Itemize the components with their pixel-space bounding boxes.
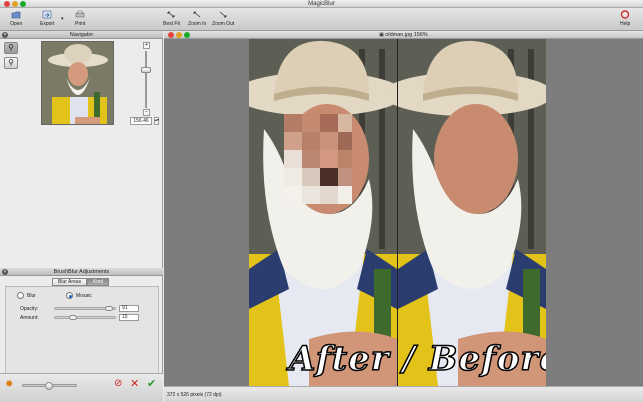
- left-sidebar: × Navigator ⚲ ⚲ + − 156.46 ▴▾ × BrushBlu…: [0, 31, 163, 402]
- mosaic-radio-label: Mosaic: [76, 292, 92, 299]
- brush-bottom-bar: ✹ ⊘ ✕ ✔: [0, 373, 163, 402]
- adjustments-title: BrushBlur Adjustments: [53, 269, 110, 275]
- zoom-in-label: Zoom In: [188, 21, 207, 27]
- app-window: MagicBlur Open Export ▾ Print Best Fit Z…: [0, 0, 643, 402]
- brush-size-knob[interactable]: [45, 382, 53, 390]
- zoom-out-icon: [219, 11, 227, 18]
- mode-mosaic-option[interactable]: Mosaic: [66, 292, 92, 299]
- zoom-value-field[interactable]: 156.46: [130, 117, 152, 125]
- apply-icon[interactable]: ✔: [147, 377, 156, 390]
- document-area: ▣ oldman.jpg 156% After / Before 372 x 5…: [164, 31, 643, 402]
- export-button[interactable]: Export: [40, 10, 54, 27]
- open-label: Open: [10, 21, 23, 27]
- opacity-label: Opacity:: [20, 305, 39, 312]
- zoom-minus-button[interactable]: −: [143, 109, 150, 116]
- minus-icon: −: [145, 109, 148, 115]
- document-title: oldman.jpg 156%: [385, 32, 428, 38]
- close-window-button[interactable]: [4, 1, 10, 7]
- opacity-slider-knob[interactable]: [105, 306, 113, 311]
- print-button[interactable]: Print: [75, 10, 85, 27]
- brush-size-slider[interactable]: [22, 382, 77, 390]
- best-fit-button[interactable]: Best Fit: [163, 10, 180, 27]
- brush-tool-button[interactable]: ⚲: [4, 42, 18, 54]
- zoom-in-button[interactable]: Zoom In: [188, 10, 206, 27]
- navigator-title: Navigator: [69, 32, 94, 38]
- mosaic-block: [284, 114, 352, 204]
- tab-blur-areas[interactable]: Blur Areas: [52, 278, 88, 286]
- zoom-in-icon: [193, 11, 201, 18]
- blur-radio[interactable]: [17, 292, 24, 299]
- printer-icon: [75, 10, 85, 18]
- navigator-header: × Navigator: [0, 31, 163, 39]
- amount-slider-knob[interactable]: [69, 315, 77, 320]
- main-toolbar: Open Export ▾ Print Best Fit Zoom In Zoo…: [0, 8, 643, 31]
- export-icon: [42, 10, 52, 19]
- minimize-window-button[interactable]: [12, 1, 18, 7]
- help-button[interactable]: Help: [620, 10, 630, 27]
- export-label: Export: [40, 21, 55, 27]
- stepper-arrows-icon: ▴▾: [155, 117, 160, 122]
- brush-magnifier-icon: ⚲: [8, 43, 14, 52]
- help-lifebuoy-icon: [620, 10, 630, 19]
- brush-size-icon: ✹: [5, 379, 14, 390]
- zoom-tool-button[interactable]: ⚲: [4, 57, 18, 69]
- help-label: Help: [620, 21, 631, 27]
- reset-icon[interactable]: ⊘: [114, 378, 122, 389]
- magnifier-icon: ⚲: [8, 58, 14, 67]
- opacity-row: Opacity: 91: [20, 305, 139, 312]
- zoom-plus-button[interactable]: +: [143, 42, 150, 49]
- amount-row: Amount: 15: [20, 314, 139, 321]
- plus-icon: +: [145, 42, 148, 48]
- mode-blur-option[interactable]: Blur: [17, 292, 36, 299]
- comparison-image: [249, 39, 546, 386]
- best-fit-icon: [168, 11, 175, 18]
- image-dimensions-status: 372 x 526 pixels (72 dpi): [167, 392, 222, 398]
- adjustments-collapse-icon[interactable]: ×: [2, 269, 8, 275]
- open-folder-icon: [11, 11, 21, 19]
- doc-close-button[interactable]: [168, 32, 174, 38]
- zoom-window-button[interactable]: [20, 1, 26, 7]
- zoom-stepper[interactable]: ▴▾: [154, 117, 159, 125]
- zoom-out-button[interactable]: Zoom Out: [212, 10, 234, 27]
- document-title-bar: ▣ oldman.jpg 156%: [164, 31, 643, 39]
- tab-kind[interactable]: Kind: [87, 278, 110, 286]
- title-bar: MagicBlur: [0, 0, 643, 8]
- zoom-slider-track[interactable]: [145, 51, 147, 108]
- opacity-value-field[interactable]: 91: [119, 305, 139, 312]
- adjustments-header: × BrushBlur Adjustments: [0, 268, 163, 276]
- amount-slider[interactable]: [54, 315, 116, 320]
- status-bar: 372 x 526 pixels (72 dpi): [164, 386, 643, 402]
- adjustments-tabs: Blur Areas Kind: [52, 278, 110, 286]
- doc-zoom-button[interactable]: [184, 32, 190, 38]
- open-button[interactable]: Open: [10, 10, 22, 27]
- export-dropdown-arrow-icon[interactable]: ▾: [61, 16, 64, 22]
- image-canvas[interactable]: After / Before: [249, 39, 546, 386]
- zoom-out-label: Zoom Out: [212, 21, 235, 27]
- opacity-slider[interactable]: [54, 306, 116, 311]
- mosaic-radio[interactable]: [66, 292, 73, 299]
- cancel-icon[interactable]: ✕: [130, 377, 139, 390]
- amount-value-field[interactable]: 15: [119, 314, 139, 321]
- doc-minimize-button[interactable]: [176, 32, 182, 38]
- blur-radio-label: Blur: [27, 292, 36, 299]
- navigator-collapse-icon[interactable]: ×: [2, 32, 8, 38]
- navigator-thumbnail[interactable]: [41, 41, 114, 125]
- print-label: Print: [75, 21, 86, 27]
- amount-label: Amount:: [20, 314, 39, 321]
- zoom-slider-knob[interactable]: [141, 67, 151, 73]
- thumbnail-image: [42, 42, 113, 124]
- after-before-caption: After / Before: [288, 338, 546, 380]
- window-title: MagicBlur: [308, 1, 335, 7]
- best-fit-label: Best Fit: [163, 21, 180, 27]
